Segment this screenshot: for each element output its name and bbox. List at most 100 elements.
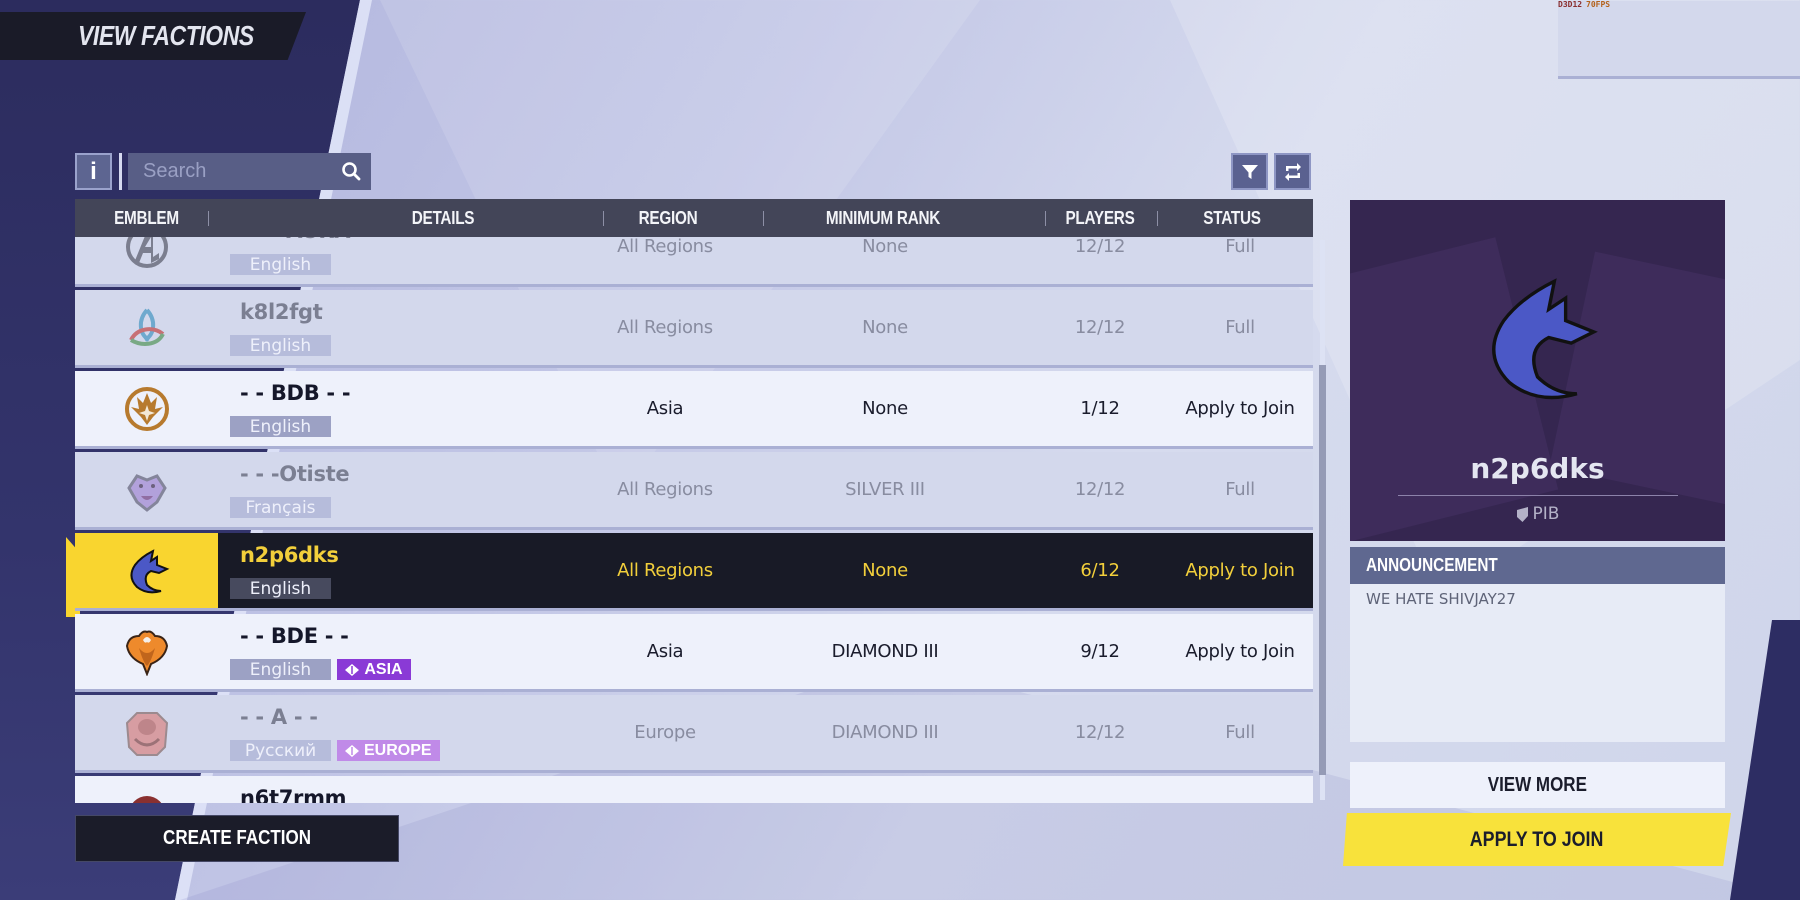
- page-title: VIEW FACTIONS: [78, 20, 254, 51]
- column-divider: [603, 211, 604, 226]
- phoenix-emblem-icon: [125, 630, 168, 676]
- emblem-cell: [75, 614, 218, 689]
- faction-name: n6t7rmm: [240, 786, 347, 803]
- faction-name: - - - AURA -: [240, 237, 366, 243]
- status-cell: Apply to Join: [1185, 398, 1295, 419]
- serpent-emblem-icon: [126, 473, 167, 512]
- status-cell: Full: [1225, 479, 1255, 500]
- status-cell: Full: [1225, 722, 1255, 743]
- players-cell: 12/12: [1074, 479, 1126, 500]
- language-tag: English: [230, 659, 331, 680]
- emblem-cell: [75, 695, 218, 770]
- announcement-header: ANNOUNCEMENT: [1350, 547, 1725, 584]
- faction-name: k8l2fgt: [240, 300, 323, 324]
- min-rank-cell: None: [862, 237, 908, 257]
- region-tag: EUROPE: [337, 740, 440, 761]
- region-tag-label: ASIA: [364, 660, 403, 678]
- min-rank-cell: SILVER III: [845, 479, 925, 500]
- filter-button[interactable]: [1231, 153, 1268, 190]
- region-tag-label: EUROPE: [364, 741, 432, 759]
- faction-row-selected[interactable]: n2p6dks English All Regions None 6/12 Ap…: [75, 533, 1313, 611]
- detail-faction-name: n2p6dks: [1470, 452, 1605, 485]
- partial-emblem-icon: [131, 795, 162, 803]
- scrollbar-thumb[interactable]: [1319, 365, 1326, 775]
- faction-name: - - BDE - -: [240, 624, 349, 648]
- refresh-icon: [1284, 162, 1301, 181]
- language-tag: English: [230, 254, 331, 275]
- emblem-cell: [75, 776, 218, 803]
- search-box[interactable]: [128, 153, 371, 190]
- guardians-emblem-icon: [124, 386, 169, 431]
- language-tag: English: [230, 335, 331, 356]
- min-rank-cell: DIAMOND III: [831, 641, 939, 662]
- players-cell: 12/12: [1074, 237, 1126, 257]
- avengers-emblem-icon: [125, 237, 168, 268]
- faction-tag-text: PIB: [1532, 504, 1560, 524]
- refresh-button[interactable]: [1274, 153, 1311, 190]
- faction-row[interactable]: - - -Otiste Français All Regions SILVER …: [75, 452, 1313, 530]
- status-cell: Apply to Join: [1185, 641, 1295, 662]
- info-button[interactable]: i: [75, 153, 112, 190]
- factions-list[interactable]: - - - AURA - English All Regions None 12…: [75, 237, 1313, 803]
- faction-name: - - -Otiste: [240, 462, 350, 486]
- wolf-emblem-icon: [130, 548, 169, 593]
- hw-label: D3D12: [1558, 0, 1583, 9]
- min-rank-cell: None: [862, 560, 908, 581]
- language-tag: English: [230, 578, 331, 599]
- announcement-title: ANNOUNCEMENT: [1366, 555, 1498, 575]
- language-tag: English: [230, 416, 331, 437]
- create-faction-label: CREATE FACTION: [163, 827, 311, 849]
- detail-faction-tag: PIB: [1350, 504, 1725, 524]
- faction-name: - - BDB - -: [240, 381, 351, 405]
- region-cell: All Regions: [617, 560, 713, 581]
- status-cell: Full: [1225, 317, 1255, 338]
- faction-row[interactable]: - - A - - Русский EUROPE Europe DIAMOND …: [75, 695, 1313, 773]
- players-cell: 1/12: [1080, 398, 1120, 419]
- apply-to-join-button[interactable]: APPLY TO JOIN: [1343, 813, 1731, 866]
- players-cell: 12/12: [1074, 317, 1126, 338]
- column-header-emblem: EMBLEM: [114, 207, 179, 228]
- view-more-label: VIEW MORE: [1487, 773, 1588, 796]
- faction-name: n2p6dks: [240, 543, 339, 567]
- column-divider: [1157, 211, 1158, 226]
- language-tag: Русский: [230, 740, 331, 761]
- octopus-emblem-icon: [125, 711, 168, 756]
- status-cell: Apply to Join: [1185, 560, 1295, 581]
- background-right-corner: [1730, 620, 1800, 900]
- hw-value: 70FPS: [1586, 0, 1611, 9]
- column-header-minimum-rank: MINIMUM RANK: [825, 207, 941, 228]
- region-cell: All Regions: [617, 317, 713, 338]
- region-cell: Europe: [634, 722, 696, 743]
- create-faction-button[interactable]: CREATE FACTION: [75, 815, 399, 862]
- toolbar-divider: [119, 153, 122, 190]
- min-rank-cell: DIAMOND III: [831, 722, 939, 743]
- faction-detail-panel: n2p6dks PIB: [1350, 200, 1725, 541]
- status-cell: Full: [1225, 237, 1255, 257]
- emblem-cell: [75, 452, 218, 527]
- emblem-cell: [75, 371, 218, 446]
- shield-icon: [1516, 506, 1528, 522]
- column-header-players: PLAYERS: [1065, 207, 1135, 228]
- faction-name: - - A - -: [240, 705, 318, 729]
- page-title-bar: VIEW FACTIONS: [0, 12, 306, 60]
- column-divider: [763, 211, 764, 226]
- filter-icon: [1241, 164, 1258, 179]
- factions-table: EMBLEM DETAILS REGION MINIMUM RANK PLAYE…: [75, 199, 1313, 237]
- view-more-button[interactable]: VIEW MORE: [1350, 762, 1725, 808]
- region-diamond-icon: [345, 663, 360, 676]
- players-cell: 9/12: [1080, 641, 1120, 662]
- region-cell: All Regions: [617, 237, 713, 257]
- faction-row[interactable]: - - - AURA - English All Regions None 12…: [75, 237, 1313, 287]
- faction-row[interactable]: n6t7rmm: [75, 776, 1313, 803]
- detail-divider: [1398, 495, 1678, 496]
- region-diamond-icon: [345, 744, 359, 757]
- faction-row[interactable]: - - BDE - - English ASIA Asia DIAMOND II…: [75, 614, 1313, 692]
- column-header-details: DETAILS: [411, 207, 475, 228]
- search-input[interactable]: [143, 160, 333, 183]
- min-rank-cell: None: [862, 317, 908, 338]
- faction-row[interactable]: k8l2fgt English All Regions None 12/12 F…: [75, 290, 1313, 368]
- search-icon[interactable]: [341, 161, 361, 181]
- faction-row[interactable]: - - BDB - - English Asia None 1/12 Apply…: [75, 371, 1313, 449]
- emblem-cell: [75, 237, 218, 284]
- wolf-emblem-icon: [1492, 278, 1598, 400]
